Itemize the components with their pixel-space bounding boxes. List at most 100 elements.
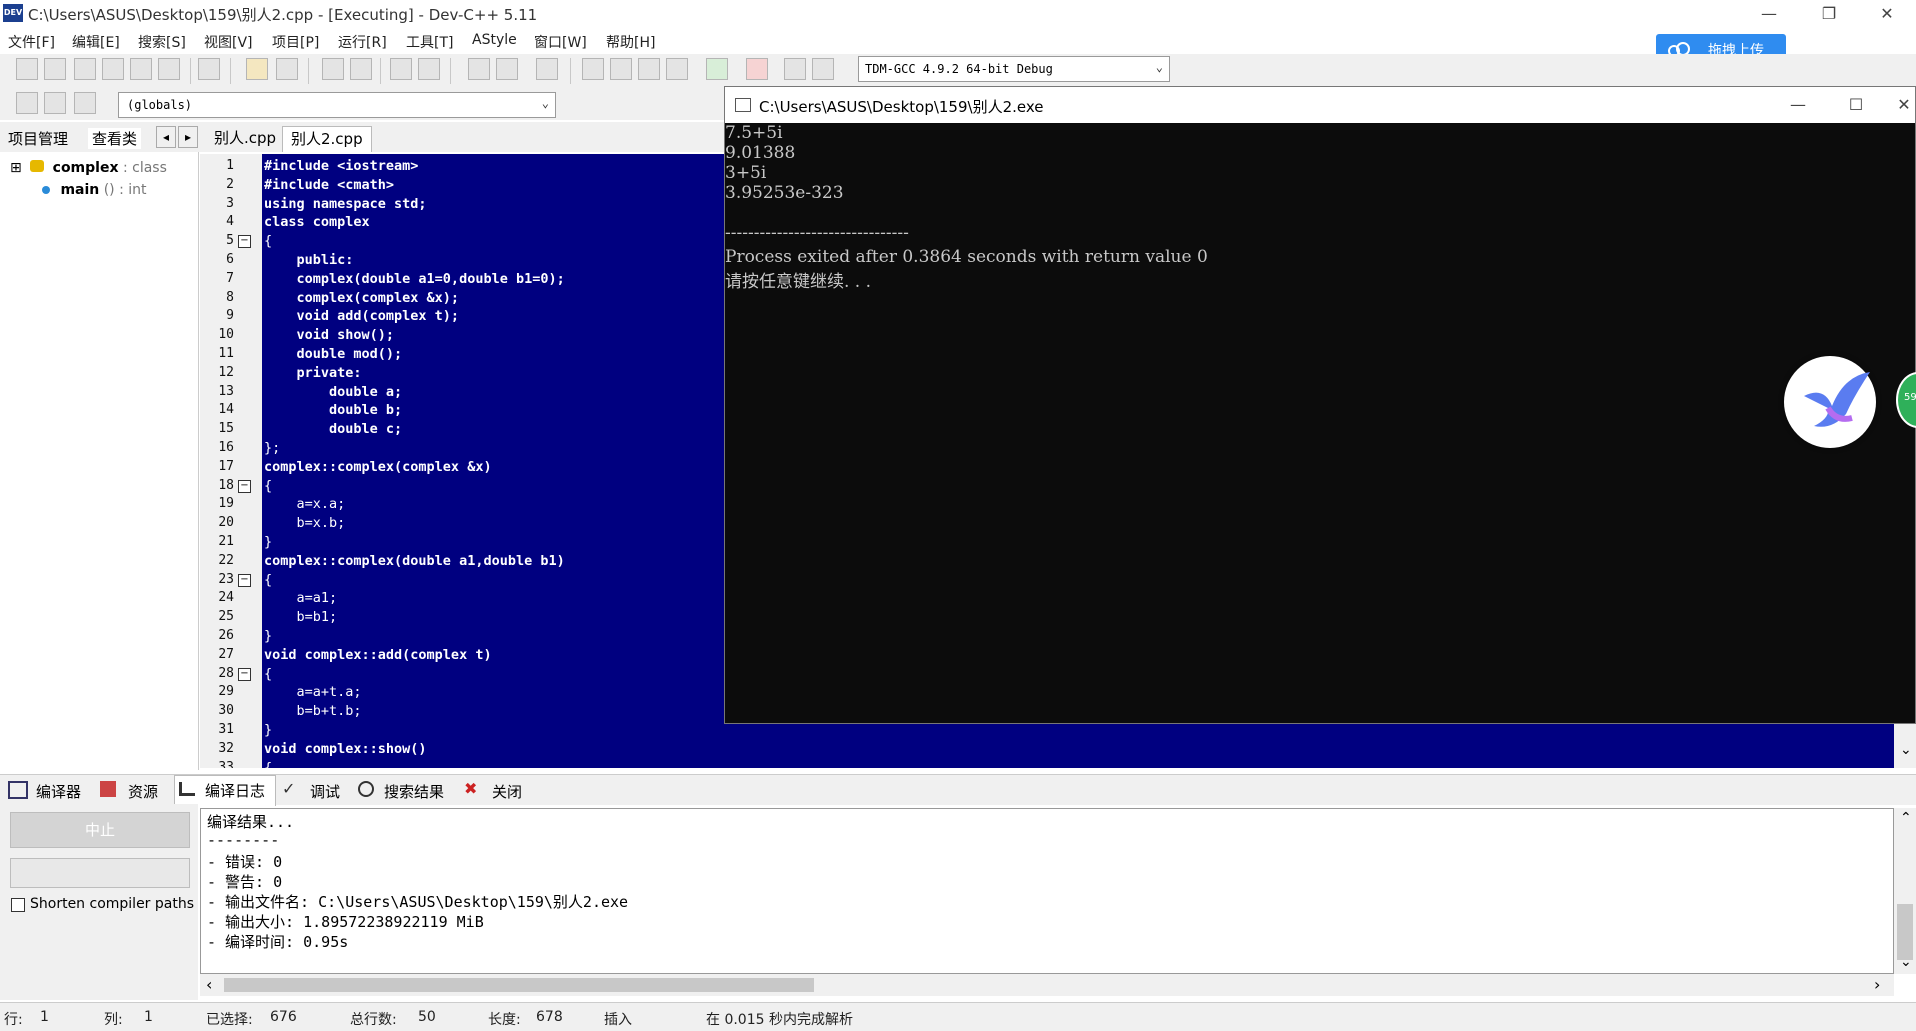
log-vertical-scrollbar[interactable]: ⌃ ⌄ [1894, 808, 1916, 974]
scroll-down-icon[interactable]: ⌄ [1900, 954, 1912, 970]
code-line: b=b+t.b; [264, 703, 362, 720]
restore-button[interactable]: ❐ [1806, 2, 1852, 26]
shield-icon[interactable] [536, 58, 558, 80]
tab-compiler[interactable]: 编译器 [8, 779, 104, 803]
code-line: } [264, 534, 273, 550]
fold-toggle-icon[interactable]: − [238, 235, 251, 249]
line-number: 33 [218, 759, 234, 768]
bookmark-next-icon[interactable] [496, 58, 518, 80]
line-number: 21 [218, 534, 234, 549]
tab-close[interactable]: ✖ 关闭 [464, 779, 530, 803]
left-panel-tabs: 项目管理 查看类 ◂ ▸ [0, 122, 200, 152]
log-scroll-thumb[interactable] [1897, 904, 1913, 960]
expand-icon[interactable]: ⊞ [10, 160, 22, 176]
replace-icon[interactable] [350, 58, 372, 80]
close-file-icon[interactable] [130, 58, 152, 80]
check-syntax-icon[interactable] [706, 58, 728, 80]
tab-resources[interactable]: 资源 [100, 779, 164, 803]
compiler-select[interactable]: TDM-GCC 4.9.2 64-bit Debug ⌄ [858, 56, 1170, 82]
menu-project[interactable]: 项目[P] [272, 32, 319, 52]
line-number: 27 [218, 646, 234, 662]
redo-icon[interactable] [276, 58, 298, 80]
tab-debug[interactable]: ✓ 调试 [282, 779, 348, 803]
stop-execution-icon[interactable] [746, 58, 768, 80]
scroll-down-icon[interactable]: ⌄ [1900, 742, 1912, 758]
tab-scroll-right-icon[interactable]: ▸ [178, 126, 198, 148]
log-horizontal-scrollbar[interactable]: ‹ › [200, 974, 1894, 996]
tree-item-complex[interactable]: ⊞ complex : class [10, 160, 167, 176]
line-number: 15 [218, 421, 234, 437]
console-maximize-button[interactable]: ☐ [1833, 93, 1879, 117]
find-icon[interactable] [322, 58, 344, 80]
menu-run[interactable]: 运行[R] [338, 32, 387, 52]
line-number: 31 [218, 722, 234, 737]
bird-icon [1804, 372, 1870, 427]
console-minimize-button[interactable]: — [1775, 93, 1821, 117]
tab-file-bieren2[interactable]: 别人2.cpp [282, 126, 372, 152]
scope-select[interactable]: (globals) ⌄ [118, 92, 556, 118]
fold-toggle-icon[interactable]: − [238, 479, 251, 493]
code-line: private: [264, 364, 362, 381]
new-file-icon[interactable] [16, 58, 38, 80]
shorten-paths-checkbox[interactable] [11, 898, 25, 912]
log-hscroll-thumb[interactable] [224, 978, 814, 992]
menu-astyle[interactable]: AStyle [472, 32, 517, 48]
scroll-up-icon[interactable]: ⌃ [1900, 810, 1912, 826]
tab-search-results[interactable]: 搜索结果 [358, 779, 454, 803]
menu-file[interactable]: 文件[F] [8, 32, 55, 52]
line-number: 12 [218, 364, 234, 380]
menu-view[interactable]: 视图[V] [204, 32, 253, 52]
print-icon[interactable] [198, 58, 220, 80]
scroll-left-icon[interactable]: ‹ [206, 975, 212, 994]
menu-search[interactable]: 搜索[S] [138, 32, 186, 52]
tab-class-browser[interactable]: 查看类 [88, 128, 142, 149]
undo-icon[interactable] [246, 58, 268, 80]
indent-icon[interactable] [390, 58, 412, 80]
line-number-gutter: 1 2 3 4 5−6 7 8 9 10 11 12 13 14 15 16 17 18−19 20 21 22 23−… [200, 154, 262, 768]
compile-log[interactable]: 编译结果... -------- - 错误: 0 - 警告: 0 - 输出文件名: C:… [200, 808, 1894, 974]
tab-compile-log-label: 编译日志 [205, 782, 266, 800]
fold-toggle-icon[interactable]: − [238, 573, 251, 587]
menu-help[interactable]: 帮助[H] [606, 32, 655, 52]
compile-run-icon[interactable] [638, 58, 660, 80]
open-file-icon[interactable] [44, 58, 66, 80]
fold-toggle-icon[interactable]: − [238, 667, 251, 681]
unindent-icon[interactable] [418, 58, 440, 80]
line-number: 3 [226, 195, 234, 211]
menu-edit[interactable]: 编辑[E] [72, 32, 120, 52]
save-all-icon[interactable] [102, 58, 124, 80]
menu-tools[interactable]: 工具[T] [406, 32, 453, 52]
code-line: complex::complex(double a1,double b1) [264, 552, 565, 569]
scope-select-value: (globals) [127, 98, 193, 112]
save-icon[interactable] [74, 58, 96, 80]
console-line: 请按任意键继续. . . [725, 272, 872, 292]
compile-icon[interactable] [582, 58, 604, 80]
minimize-button[interactable]: — [1746, 2, 1792, 26]
profile-chart-icon[interactable] [784, 58, 806, 80]
floating-assistant[interactable] [1784, 356, 1876, 448]
tree-item-main[interactable]: main () : int [42, 182, 147, 198]
console-close-button[interactable]: ✕ [1891, 93, 1916, 117]
editor-scrollbar[interactable]: ⌄ [1894, 722, 1916, 768]
tab-scroll-left-icon[interactable]: ◂ [156, 126, 176, 148]
line-number: 8 [226, 289, 234, 305]
tab-compile-log[interactable]: 编译日志 [174, 775, 276, 806]
rebuild-icon[interactable] [666, 58, 688, 80]
run-icon[interactable] [610, 58, 632, 80]
close-button[interactable]: ✕ [1864, 2, 1910, 26]
scroll-right-icon[interactable]: › [1874, 975, 1880, 994]
line-number: 4 [226, 214, 234, 230]
menu-window[interactable]: 窗口[W] [534, 32, 587, 52]
tab-file-bieren[interactable]: 别人.cpp [206, 126, 284, 152]
insert-icon[interactable] [16, 92, 38, 114]
bookmark-prev-icon[interactable] [468, 58, 490, 80]
stop-button[interactable]: 中止 [10, 812, 190, 848]
console-window[interactable]: C:\Users\ASUS\Desktop\159\别人2.exe — ☐ ✕ … [724, 86, 1916, 724]
line-number: 5 [226, 233, 234, 249]
tab-project-manager[interactable]: 项目管理 [8, 128, 68, 149]
goto-icon[interactable] [44, 92, 66, 114]
code-line: #include <cmath> [264, 176, 395, 193]
close-all-icon[interactable] [158, 58, 180, 80]
debug-icon[interactable] [812, 58, 834, 80]
toggle-bookmark-icon[interactable] [74, 92, 96, 114]
